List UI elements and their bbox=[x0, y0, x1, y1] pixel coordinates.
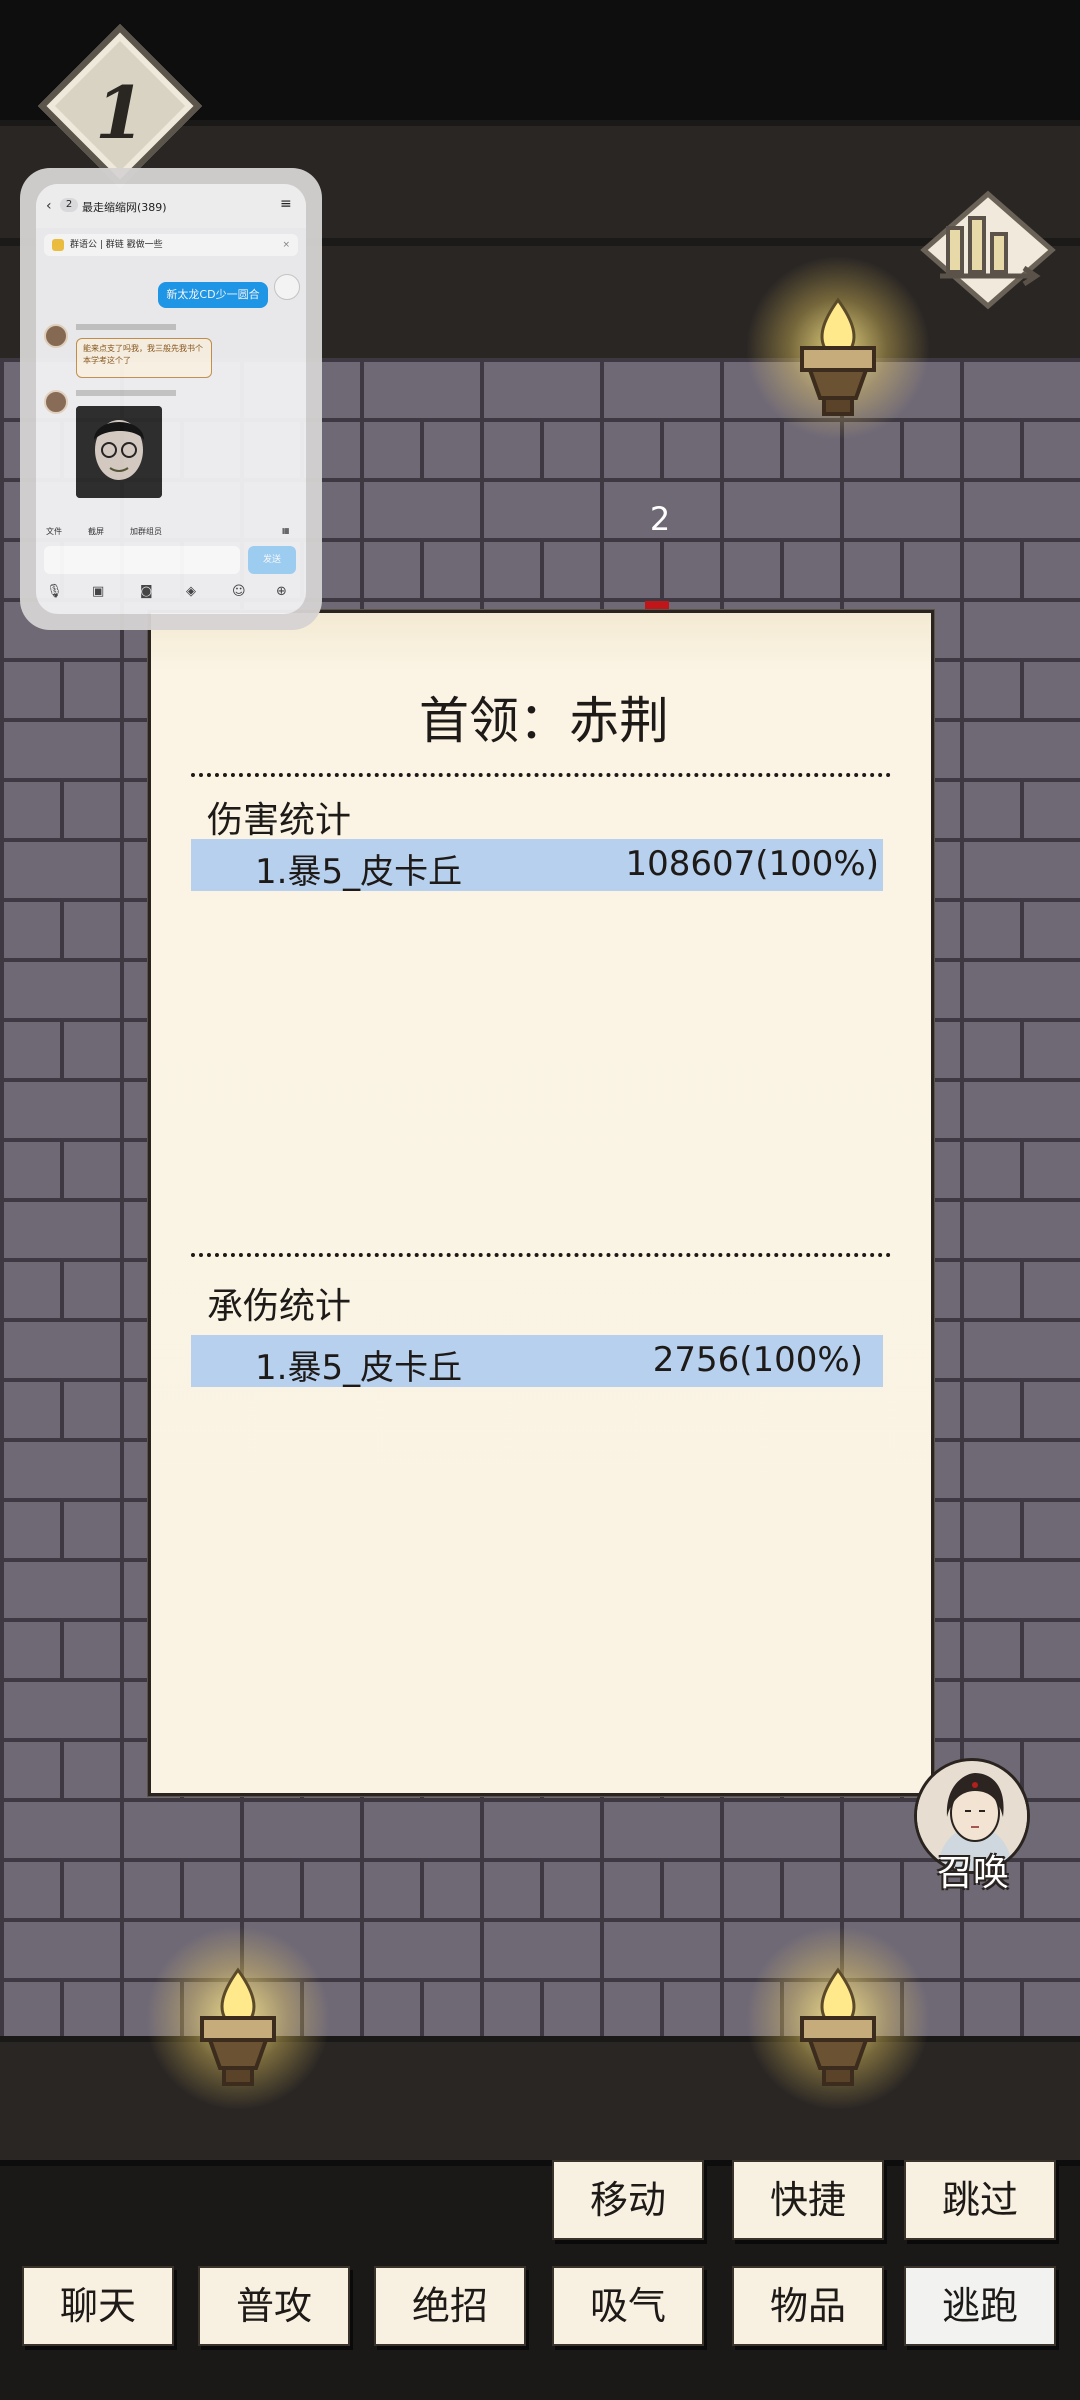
chat-group-title: 最走缩缩网(389) bbox=[82, 201, 167, 214]
damage-row-name: 1.暴5_皮卡丘 bbox=[255, 852, 463, 892]
damage-section-label: 伤害统计 bbox=[207, 800, 352, 841]
breathe-button[interactable]: 吸气 bbox=[552, 2266, 704, 2346]
chat-floating-window[interactable]: ‹ 2 最走缩缩网(389) ≡ 群语公 | 群链 戳做一些 × 新太龙CD少一… bbox=[20, 168, 322, 630]
notice-icon bbox=[52, 239, 64, 251]
move-button[interactable]: 移动 bbox=[552, 2160, 704, 2240]
chat-icon-bar: 🎙 ▣ ◙ ◈ ☺ ⊕ bbox=[36, 582, 306, 606]
menu-icon[interactable]: ≡ bbox=[280, 196, 292, 212]
chat-message: 能来点支了吗我，我三般先我书个本学考这个了 bbox=[76, 338, 212, 378]
camera-icon[interactable]: ◙ bbox=[140, 584, 153, 599]
damage-row-value: 108607(100%) bbox=[625, 844, 879, 884]
chat-card[interactable]: ‹ 2 最走缩缩网(389) ≡ 群语公 | 群链 戳做一些 × 新太龙CD少一… bbox=[36, 184, 306, 614]
divider bbox=[191, 773, 891, 777]
taken-row-value: 2756(100%) bbox=[652, 1340, 863, 1380]
taken-section-label: 承伤统计 bbox=[207, 1286, 352, 1327]
add-member-tool[interactable]: 加群组员 bbox=[130, 526, 162, 537]
unread-badge: 2 bbox=[60, 198, 78, 212]
my-message: 新太龙CD少一圆合 bbox=[158, 282, 268, 308]
attack-button[interactable]: 普攻 bbox=[198, 2266, 350, 2346]
screenshot-tool[interactable]: 截屏 bbox=[88, 526, 104, 537]
avatar bbox=[44, 390, 68, 414]
emoji-icon[interactable]: ☺ bbox=[232, 584, 246, 599]
bar-chart-icon[interactable] bbox=[918, 190, 1058, 310]
close-icon[interactable]: × bbox=[282, 234, 290, 256]
redpacket-icon[interactable]: ◈ bbox=[186, 584, 196, 599]
chat-toolbar: 文件 截屏 加群组员 ▦ bbox=[36, 522, 306, 542]
floor-number: 1 bbox=[94, 70, 146, 155]
torch-icon bbox=[738, 1918, 938, 2118]
boss-title: 首领：赤荆 bbox=[419, 692, 669, 750]
image-icon[interactable]: ▣ bbox=[92, 584, 104, 599]
chat-image[interactable] bbox=[76, 406, 162, 498]
shortcut-button[interactable]: 快捷 bbox=[732, 2160, 884, 2240]
chat-button[interactable]: 聊天 bbox=[22, 2266, 174, 2346]
items-button[interactable]: 物品 bbox=[732, 2266, 884, 2346]
damage-row: 1.暴5_皮卡丘 108607(100%) bbox=[191, 839, 883, 892]
microphone-icon[interactable]: 🎙 bbox=[46, 584, 63, 599]
chat-input[interactable] bbox=[44, 546, 240, 574]
torch-icon bbox=[738, 248, 938, 448]
sender-name bbox=[76, 324, 176, 330]
taken-row: 1.暴5_皮卡丘 2756(100%) bbox=[191, 1335, 883, 1388]
taken-row-name: 1.暴5_皮卡丘 bbox=[255, 1348, 463, 1388]
back-icon[interactable]: ‹ bbox=[46, 198, 52, 214]
send-button[interactable]: 发送 bbox=[248, 546, 296, 574]
file-tool[interactable]: 文件 bbox=[46, 526, 62, 537]
summon-label: 召唤 bbox=[936, 1853, 1009, 1894]
skip-button[interactable]: 跳过 bbox=[904, 2160, 1056, 2240]
chat-input-row: 发送 bbox=[44, 546, 298, 574]
turn-number: 2 bbox=[649, 500, 671, 538]
ultimate-button[interactable]: 绝招 bbox=[374, 2266, 526, 2346]
torch-icon bbox=[138, 1918, 338, 2118]
floor-badge: 1 bbox=[36, 23, 204, 189]
chat-header: ‹ 2 最走缩缩网(389) ≡ bbox=[36, 184, 306, 228]
flee-button[interactable]: 逃跑 bbox=[904, 2266, 1056, 2346]
avatar bbox=[274, 274, 300, 300]
summon-button[interactable]: 召唤 bbox=[908, 1758, 1038, 1898]
avatar bbox=[44, 324, 68, 348]
battle-report-panel: 首领：赤荆 伤害统计 1.暴5_皮卡丘 108607(100%) 承伤统计 1.… bbox=[148, 610, 934, 1796]
pinned-notice[interactable]: 群语公 | 群链 戳做一些 × bbox=[44, 234, 298, 256]
sender-name bbox=[76, 390, 176, 396]
pinned-text: 群语公 | 群链 戳做一些 bbox=[70, 240, 163, 250]
divider bbox=[191, 1253, 891, 1257]
plus-icon[interactable]: ⊕ bbox=[276, 584, 287, 599]
grid-icon[interactable]: ▦ bbox=[282, 526, 290, 535]
